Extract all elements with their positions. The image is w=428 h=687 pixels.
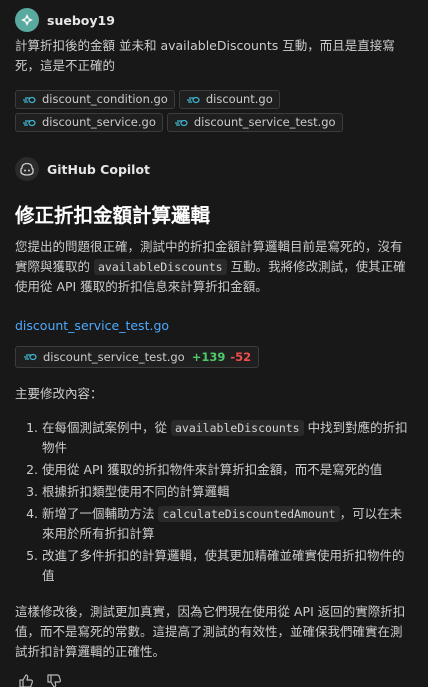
thumbs-down-icon[interactable] <box>46 673 62 687</box>
assistant-name: GitHub Copilot <box>47 161 151 177</box>
attachment-chip[interactable]: discount_condition.go <box>15 90 175 109</box>
list-item-text: 新增了一個輔助方法 <box>42 506 159 521</box>
response-summary: 這樣修改後，測試更加真實，因為它們現在使用從 API 返回的實際折扣值，而不是寫… <box>15 604 406 659</box>
copilot-icon <box>15 157 39 181</box>
changes-list: 在每個測試案例中，從 availableDiscounts 中找到對應的折扣物件… <box>15 418 413 586</box>
file-link[interactable]: discount_service_test.go <box>15 316 413 336</box>
changes-title: 主要修改內容： <box>15 386 103 401</box>
list-item-text: 根據折扣類型使用不同的計算邏輯 <box>42 484 230 499</box>
user-name: sueboy19 <box>47 12 115 28</box>
chat-panel: sueboy19 計算折扣後的金額 並未和 availableDiscounts… <box>0 8 428 687</box>
attachment-label: discount_condition.go <box>42 92 168 106</box>
attachment-chip[interactable]: discount_service_test.go <box>166 113 343 132</box>
attachment-label: discount_service_test.go <box>193 115 336 129</box>
file-change-pill[interactable]: discount_service_test.go +139 -52 <box>15 346 260 368</box>
feedback-bar <box>18 673 62 687</box>
list-item-text: 使用從 API 獲取的折扣物件來計算折扣金額，而不是寫死的值 <box>42 462 383 477</box>
assistant-header: GitHub Copilot <box>15 157 413 181</box>
thumbs-up-icon[interactable] <box>18 673 34 687</box>
lines-removed: -52 <box>230 349 252 364</box>
list-item-text: 在每個測試案例中，從 <box>42 420 171 435</box>
attachment-list: discount_condition.go discount.go discou… <box>15 90 415 132</box>
go-file-icon <box>174 119 188 127</box>
list-item: 使用從 API 獲取的折扣物件來計算折扣金額，而不是寫死的值 <box>42 460 413 480</box>
lines-added: +139 <box>191 349 226 364</box>
go-file-icon <box>22 119 36 127</box>
list-item: 在每個測試案例中，從 availableDiscounts 中找到對應的折扣物件 <box>42 418 413 458</box>
user-avatar <box>15 8 39 32</box>
go-file-icon <box>186 96 200 104</box>
inline-code: calculateDiscountedAmount <box>158 506 340 522</box>
go-file-icon <box>22 96 36 104</box>
list-item-text: 改進了多件折扣的計算邏輯，使其更加精確並確實使用折扣物件的值 <box>42 548 405 583</box>
inline-code: availableDiscounts <box>170 420 304 436</box>
inline-code: availableDiscounts <box>93 259 227 275</box>
attachment-chip[interactable]: discount.go <box>178 90 280 109</box>
list-item: 新增了一個輔助方法 calculateDiscountedAmount，可以在未… <box>42 504 413 544</box>
attachment-label: discount_service.go <box>42 115 156 129</box>
list-item: 根據折扣類型使用不同的計算邏輯 <box>42 482 413 502</box>
user-message: 計算折扣後的金額 並未和 availableDiscounts 互動，而且是直接… <box>15 38 395 73</box>
attachment-chip[interactable]: discount_service.go <box>15 113 163 132</box>
response-intro: 您提出的問題很正確，測試中的折扣金額計算邏輯目前是寫死的，沒有實際與獲取的 av… <box>15 237 413 297</box>
attachment-label: discount.go <box>205 92 273 106</box>
list-item: 改進了多件折扣的計算邏輯，使其更加精確並確實使用折扣物件的值 <box>42 546 413 586</box>
file-change-name: discount_service_test.go <box>43 349 185 364</box>
response-heading: 修正折扣金額計算邏輯 <box>15 204 211 227</box>
user-header: sueboy19 <box>15 8 413 32</box>
go-file-icon <box>23 353 37 361</box>
